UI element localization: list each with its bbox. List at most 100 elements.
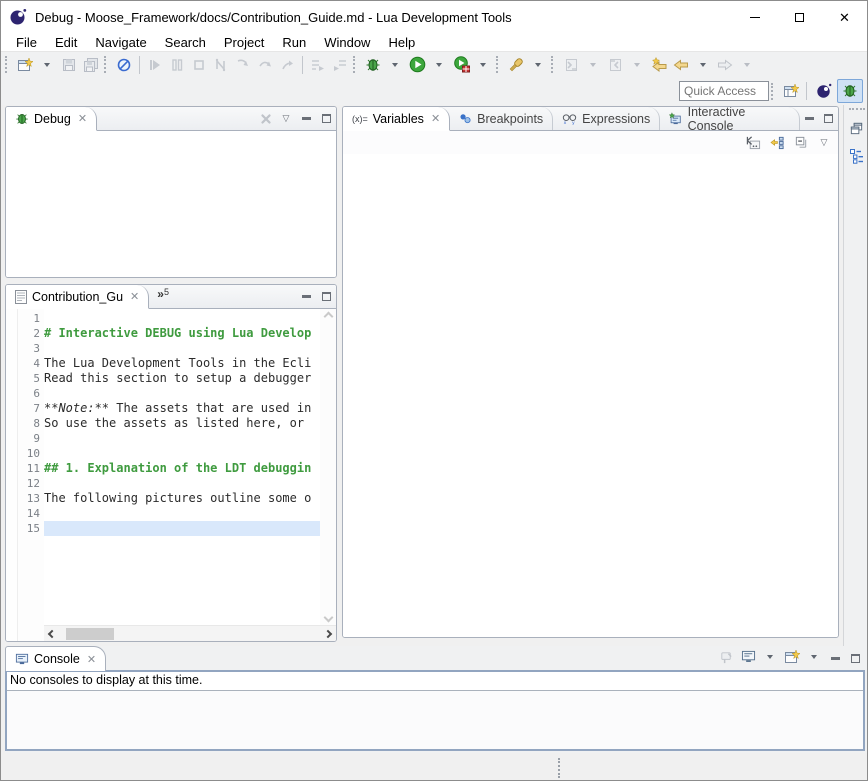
step-over-button[interactable] <box>254 54 276 76</box>
open-console-button[interactable] <box>781 646 803 668</box>
menu-help[interactable]: Help <box>379 34 424 51</box>
code-line-2[interactable]: # Interactive DEBUG using Lua Develop <box>44 326 320 341</box>
open-console-dropdown[interactable] <box>803 646 825 668</box>
back-button[interactable] <box>670 54 692 76</box>
quick-access-input[interactable] <box>679 81 769 101</box>
tab-contribution-guide[interactable]: Contribution_Gu ✕ <box>6 285 149 309</box>
tab-close-icon[interactable]: ✕ <box>431 112 440 125</box>
toolbar-grip[interactable] <box>771 83 776 100</box>
code-line-6[interactable] <box>44 386 320 401</box>
remove-terminated-launches-button[interactable] <box>256 107 276 130</box>
skip-all-breakpoints-button[interactable] <box>113 54 135 76</box>
collapse-all-button[interactable] <box>790 132 812 154</box>
tab-debug[interactable]: Debug ✕ <box>6 107 97 131</box>
editor-horizontal-scrollbar[interactable] <box>44 625 336 641</box>
variables-view-menu-button[interactable]: ▽ <box>814 137 834 148</box>
step-return-button[interactable] <box>276 54 298 76</box>
status-bar-grip[interactable] <box>558 758 562 778</box>
debug-view-maximize-button[interactable] <box>316 107 336 130</box>
scroll-up-icon[interactable] <box>323 312 333 322</box>
menu-project[interactable]: Project <box>215 34 273 51</box>
variables-content[interactable] <box>343 154 838 637</box>
menu-window[interactable]: Window <box>315 34 379 51</box>
step-into-button[interactable] <box>232 54 254 76</box>
window-minimize-button[interactable] <box>732 1 777 33</box>
suspend-button[interactable] <box>166 54 188 76</box>
code-line-15[interactable] <box>44 521 320 536</box>
external-tools-dropdown[interactable] <box>472 54 494 76</box>
toolbar-grip[interactable] <box>5 56 10 73</box>
tab-console[interactable]: Console ✕ <box>5 646 106 671</box>
back-dropdown[interactable] <box>692 54 714 76</box>
next-annotation-button[interactable] <box>560 54 582 76</box>
code-line-7[interactable]: **Note:** The assets that are used in <box>44 401 320 416</box>
tab-variables[interactable]: (x)= Variables ✕ <box>343 107 450 131</box>
editor-text[interactable]: # Interactive DEBUG using Lua Develop The… <box>44 309 320 625</box>
resume-button[interactable] <box>144 54 166 76</box>
tab-close-icon[interactable]: ✕ <box>130 290 139 303</box>
console-maximize-button[interactable] <box>845 646 865 670</box>
show-logical-structures-button[interactable] <box>766 132 788 154</box>
code-line-3[interactable] <box>44 341 320 356</box>
external-tools-button[interactable] <box>450 54 472 76</box>
menu-run[interactable]: Run <box>273 34 315 51</box>
line-numbers[interactable]: 123456789101112131415 <box>18 309 44 641</box>
code-line-8[interactable]: So use the assets as listed here, or <box>44 416 320 431</box>
debug-button[interactable] <box>362 54 384 76</box>
editor-minimize-button[interactable] <box>296 285 316 308</box>
tab-breakpoints[interactable]: Breakpoints <box>450 107 553 130</box>
code-line-11[interactable]: ## 1. Explanation of the LDT debuggin <box>44 461 320 476</box>
menu-file[interactable]: File <box>7 34 46 51</box>
hidden-editors-chevron[interactable]: »5 <box>149 285 177 308</box>
code-line-4[interactable]: The Lua Development Tools in the Ecli <box>44 356 320 371</box>
code-line-13[interactable]: The following pictures outline some o <box>44 491 320 506</box>
editor-vertical-scrollbar[interactable] <box>320 309 336 625</box>
variables-minimize-button[interactable] <box>800 107 819 130</box>
code-line-1[interactable] <box>44 311 320 326</box>
tab-interactive-console[interactable]: Interactive Console <box>660 107 799 130</box>
scroll-right-arrow[interactable] <box>320 631 336 637</box>
annotation-ruler[interactable] <box>6 309 18 641</box>
new-wizard-dropdown[interactable] <box>36 54 58 76</box>
forward-button[interactable] <box>714 54 736 76</box>
console-content[interactable]: No consoles to display at this time. <box>5 670 865 751</box>
scroll-left-arrow[interactable] <box>44 631 60 637</box>
save-all-button[interactable] <box>80 54 102 76</box>
menu-edit[interactable]: Edit <box>46 34 86 51</box>
forward-dropdown[interactable] <box>736 54 758 76</box>
editor-maximize-button[interactable] <box>316 285 336 308</box>
window-close-button[interactable]: ✕ <box>822 1 867 33</box>
display-selected-console-button[interactable] <box>737 646 759 668</box>
debug-view-minimize-button[interactable] <box>296 107 316 130</box>
debug-perspective-button[interactable] <box>837 79 863 103</box>
previous-annotation-button[interactable] <box>604 54 626 76</box>
outline-view-button[interactable] <box>846 145 868 167</box>
next-annotation-dropdown[interactable] <box>582 54 604 76</box>
scroll-down-icon[interactable] <box>323 613 333 623</box>
menu-navigate[interactable]: Navigate <box>86 34 155 51</box>
toolbar-grip[interactable] <box>551 56 556 73</box>
toolbar-grip[interactable] <box>104 56 109 73</box>
run-button[interactable] <box>406 54 428 76</box>
debug-view-content[interactable] <box>6 131 336 277</box>
search-button[interactable] <box>505 54 527 76</box>
code-line-14[interactable] <box>44 506 320 521</box>
code-line-12[interactable] <box>44 476 320 491</box>
toggle-step-filters-button[interactable] <box>329 54 351 76</box>
disconnect-button[interactable] <box>210 54 232 76</box>
open-perspective-button[interactable] <box>780 80 802 102</box>
new-wizard-button[interactable] <box>14 54 36 76</box>
code-line-5[interactable]: Read this section to setup a debugger <box>44 371 320 386</box>
run-dropdown[interactable] <box>428 54 450 76</box>
console-minimize-button[interactable] <box>825 646 845 670</box>
show-type-names-button[interactable] <box>742 132 764 154</box>
search-dropdown[interactable] <box>527 54 549 76</box>
tab-close-icon[interactable]: ✕ <box>78 112 87 125</box>
toolbar-grip[interactable] <box>496 56 501 73</box>
lua-perspective-button[interactable] <box>811 79 837 103</box>
previous-annotation-dropdown[interactable] <box>626 54 648 76</box>
debug-dropdown[interactable] <box>384 54 406 76</box>
menu-search[interactable]: Search <box>156 34 215 51</box>
save-button[interactable] <box>58 54 80 76</box>
display-console-dropdown[interactable] <box>759 646 781 668</box>
